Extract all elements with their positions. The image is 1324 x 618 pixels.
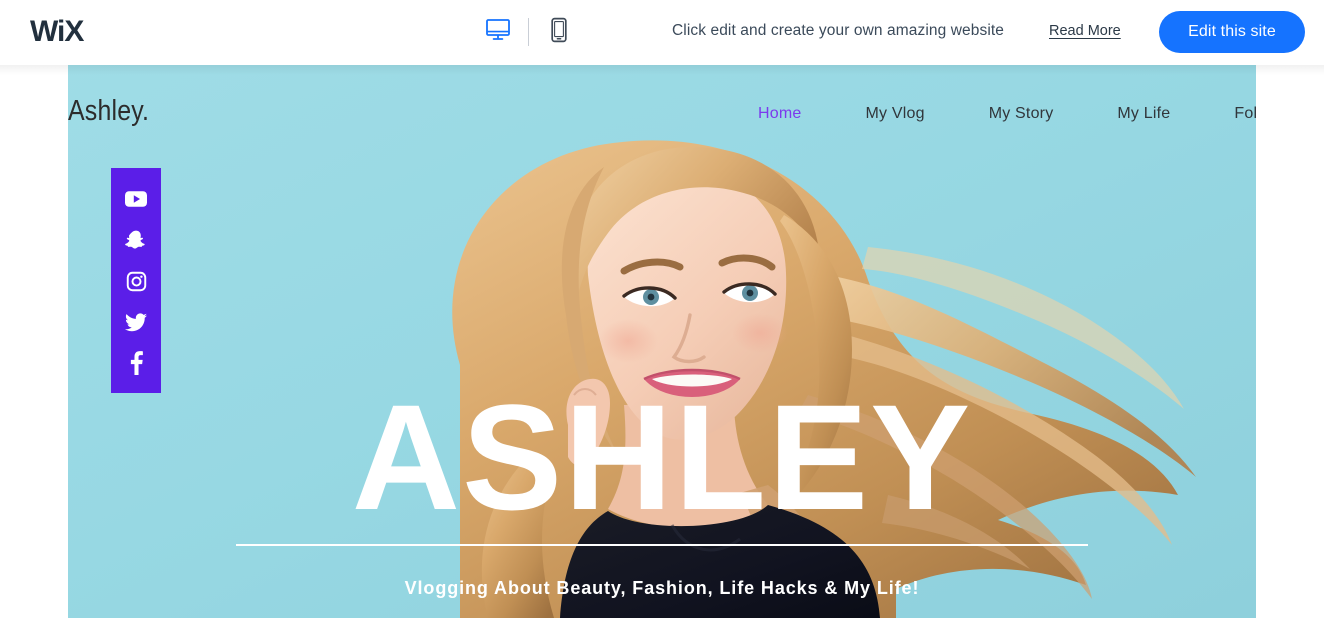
- site-logo[interactable]: Ashley.: [68, 95, 149, 128]
- twitter-icon[interactable]: [123, 309, 149, 335]
- instagram-icon[interactable]: [123, 268, 149, 294]
- nav-item-my-life[interactable]: My Life: [1117, 105, 1170, 123]
- promo-message: Click edit and create your own amazing w…: [672, 22, 1004, 39]
- hero-tagline: Vlogging About Beauty, Fashion, Life Hac…: [404, 578, 920, 598]
- social-links-bar: [111, 168, 161, 393]
- desktop-view-button[interactable]: [476, 13, 520, 51]
- youtube-icon[interactable]: [123, 186, 149, 212]
- site-header: Ashley. Home My Vlog My Story My Life Fo…: [68, 65, 1256, 155]
- read-more-link[interactable]: Read More: [1049, 23, 1121, 39]
- view-mode-toggle: [476, 13, 581, 51]
- toolbar-divider: [528, 18, 529, 46]
- snapchat-icon[interactable]: [123, 227, 149, 253]
- site-navigation: Home My Vlog My Story My Life Follow Me: [758, 105, 1256, 123]
- hero-divider: [236, 544, 1088, 546]
- hero-title: ASHLEY: [351, 373, 973, 541]
- nav-item-follow-me[interactable]: Follow Me: [1234, 105, 1256, 123]
- site-canvas: Ashley. Home My Vlog My Story My Life Fo…: [68, 65, 1256, 618]
- nav-item-my-vlog[interactable]: My Vlog: [865, 105, 924, 123]
- site-preview-shell: Ashley. Home My Vlog My Story My Life Fo…: [0, 65, 1324, 618]
- edit-this-site-button[interactable]: Edit this site: [1159, 11, 1305, 53]
- facebook-icon[interactable]: [123, 350, 149, 376]
- nav-item-my-story[interactable]: My Story: [989, 105, 1054, 123]
- wix-editor-toolbar: WiX Click edit and create your own amazi…: [0, 0, 1324, 65]
- nav-item-home[interactable]: Home: [758, 105, 801, 123]
- mobile-icon: [550, 17, 568, 48]
- desktop-icon: [485, 18, 511, 47]
- mobile-view-button[interactable]: [537, 13, 581, 51]
- wix-logo[interactable]: WiX: [30, 16, 84, 48]
